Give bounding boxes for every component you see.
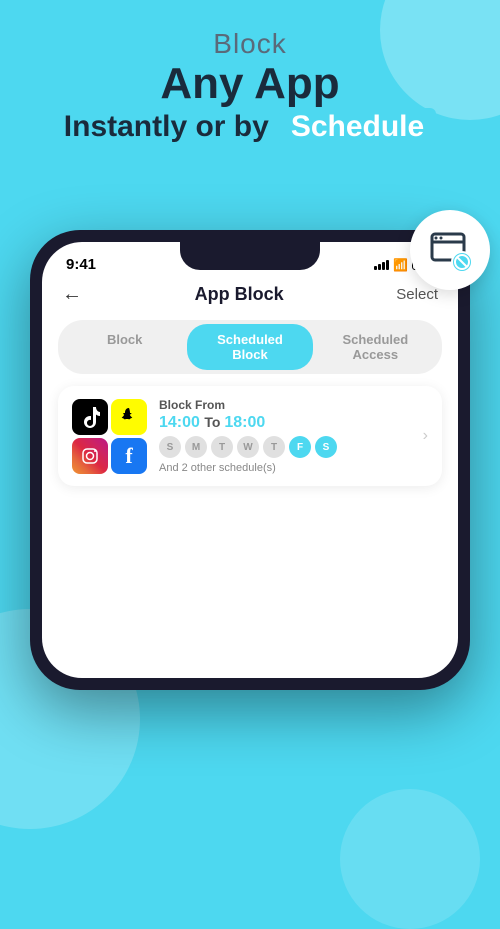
header-schedule-badge: Schedule <box>279 108 436 146</box>
phone-notch <box>180 242 320 270</box>
status-time: 9:41 <box>66 256 96 273</box>
block-from-label: Block From <box>159 398 411 412</box>
snapchat-app-icon <box>111 399 147 435</box>
phone-screen: 9:41 📶 ← App Block <box>42 242 458 678</box>
days-row: S M T W T F S <box>159 436 411 458</box>
time-start: 14:00 <box>159 414 200 431</box>
back-button[interactable]: ← <box>62 283 82 306</box>
block-app-icon <box>426 226 474 274</box>
time-to-label: To <box>204 414 224 430</box>
facebook-app-icon: f <box>111 438 147 474</box>
instagram-app-icon <box>72 438 108 474</box>
screen-bottom-space <box>42 498 458 678</box>
tab-container: Block ScheduledBlock ScheduledAccess <box>58 320 442 374</box>
schedule-details: Block From 14:00 To 18:00 S M T W T F S <box>159 398 411 474</box>
tiktok-app-icon <box>72 399 108 435</box>
floating-block-badge <box>410 210 490 290</box>
app-icons-grid: f <box>72 399 147 474</box>
tab-scheduled-access[interactable]: ScheduledAccess <box>313 324 438 370</box>
schedule-card[interactable]: f Block From 14:00 To 18:00 S M T <box>58 386 442 486</box>
block-time: 14:00 To 18:00 <box>159 414 411 432</box>
day-wed: W <box>237 436 259 458</box>
tab-scheduled-block[interactable]: ScheduledBlock <box>187 324 312 370</box>
other-schedules-text: And 2 other schedule(s) <box>159 462 411 474</box>
header-instantly-text: Instantly or by <box>64 110 269 144</box>
signal-icon <box>374 260 389 270</box>
day-fri: F <box>289 436 311 458</box>
select-button[interactable]: Select <box>396 286 438 303</box>
chevron-right-icon: › <box>423 427 428 445</box>
day-tue: T <box>211 436 233 458</box>
day-thu: T <box>263 436 285 458</box>
time-end: 18:00 <box>224 414 265 431</box>
day-sat: S <box>315 436 337 458</box>
header-anyapp-label: Any App <box>0 60 500 108</box>
phone-wrapper: 9:41 📶 ← App Block <box>30 230 470 889</box>
wifi-icon: 📶 <box>393 258 408 272</box>
day-sun: S <box>159 436 181 458</box>
phone-outer: 9:41 📶 ← App Block <box>30 230 470 690</box>
header-section: Block Any App Instantly or by Schedule <box>0 28 500 146</box>
header-instantly-row: Instantly or by Schedule <box>0 108 500 146</box>
day-mon: M <box>185 436 207 458</box>
tab-block[interactable]: Block <box>62 324 187 370</box>
header-block-label: Block <box>0 28 500 60</box>
nav-title: App Block <box>195 284 284 305</box>
nav-bar: ← App Block Select <box>42 277 458 314</box>
